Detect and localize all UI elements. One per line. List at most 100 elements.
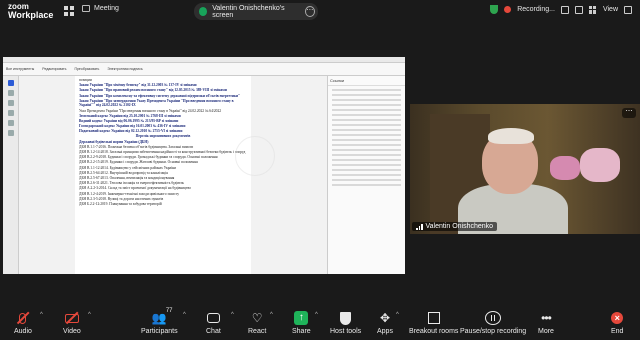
participant-name: Valentin Onishchenko	[425, 223, 494, 230]
host-tools-label: Host tools	[330, 328, 362, 335]
participants-count: 77	[165, 308, 173, 314]
shared-screen: Все инструменты Редактировать Преобразов…	[3, 57, 405, 274]
view-label[interactable]: View	[603, 6, 618, 13]
document-line: Закон України "Про комплексну та ефектив…	[79, 93, 241, 98]
react-options-chevron-icon[interactable]: ^	[270, 312, 273, 318]
participant-hair	[488, 128, 534, 144]
document-line: ДБН А.2.2-3:2014. Склад та зміст проектн…	[79, 186, 191, 191]
video-background-toy	[580, 148, 620, 182]
participants-label: Participants	[141, 328, 178, 335]
more-label: More	[538, 328, 554, 335]
audio-button[interactable]: Audio	[14, 309, 32, 335]
audio-label: Audio	[14, 328, 32, 335]
document-line: Державні будівельні норми України (ДБН)	[79, 139, 149, 144]
top-status-area: Recording... View	[490, 5, 632, 14]
share-status-icon	[199, 7, 208, 16]
video-options-chevron-icon[interactable]: ^	[88, 312, 91, 318]
end-call-icon: ×	[611, 309, 624, 327]
doc-toolbar: Все инструменты Редактировать Преобразов…	[3, 63, 405, 76]
cursor-tool-icon	[8, 80, 14, 86]
document-line: ДБН В.2.5-64:2012. Внутрішній водопровід…	[79, 170, 168, 175]
pause-recording-icon[interactable]	[560, 5, 569, 14]
doc-tools-sidebar	[3, 76, 19, 274]
pause-stop-recording-button[interactable]: Pause/stop recording	[460, 309, 526, 335]
meeting-controls-toolbar: Audio ^ Video ^ 👥 77 Participants ^ Chat…	[0, 306, 640, 340]
react-button[interactable]: ♡ React	[248, 309, 266, 335]
screen-share-indicator[interactable]: Valentin Onishchenko's screen ⋯	[194, 3, 318, 20]
document-line: Земельний кодекс України від 25.10.2001 …	[79, 113, 181, 118]
host-tools-button[interactable]: Host tools	[330, 309, 361, 335]
chat-options-chevron-icon[interactable]: ^	[231, 312, 234, 318]
home-grid-icon[interactable]	[64, 6, 74, 16]
logo-line-2: Workplace	[8, 10, 54, 20]
encryption-shield-icon[interactable]	[490, 5, 499, 14]
video-label: Video	[63, 328, 81, 335]
video-button[interactable]: Video	[63, 309, 81, 335]
video-off-icon	[64, 309, 79, 327]
chat-label: Chat	[206, 328, 221, 335]
breakout-rooms-icon	[427, 309, 440, 327]
react-label: React	[248, 328, 267, 335]
participants-options-chevron-icon[interactable]: ^	[183, 312, 186, 318]
watermark-stamp	[235, 136, 275, 176]
audio-options-chevron-icon[interactable]: ^	[40, 312, 43, 318]
doc-toolbar-item: Редактировать	[42, 67, 67, 71]
document-line: Закон України "Про затвердження Указу Пр…	[79, 98, 234, 108]
recording-dot-icon	[504, 6, 512, 13]
end-button[interactable]: × End	[611, 309, 623, 335]
more-options-icon[interactable]: ⋯	[304, 6, 315, 17]
pause-stop-recording-label: Pause/stop recording	[460, 328, 527, 335]
document-line: ДБН В.1.2-14:2018. Загальні принципи заб…	[79, 150, 246, 155]
stop-recording-icon[interactable]	[574, 5, 583, 14]
doc-toolbar-item: Все инструменты	[6, 67, 35, 71]
participant-video-tile[interactable]: ⋯ Valentin Onishchenko	[410, 104, 640, 234]
highlight-tool-icon	[8, 100, 14, 106]
document-line: Податковий кодекс України від 02.12.2010…	[79, 129, 183, 134]
document-line: Господарський кодекс України від 16.01.2…	[79, 124, 186, 129]
right-panel-title: Ссылки	[328, 76, 405, 86]
doc-right-panel: Ссылки	[327, 76, 405, 274]
document-line: ДБН В.1.2-4:2019. Інженерно-технічні зах…	[79, 191, 180, 196]
document-line: ДБН В.1.1-12:2014. Будівництво у сейсміч…	[79, 165, 176, 170]
participants-button[interactable]: 👥 77 Participants	[141, 308, 178, 335]
screen-share-label: Valentin Onishchenko's screen	[212, 4, 285, 19]
end-label: End	[611, 328, 624, 335]
document-line: ДБН В.1.1-7:2016. Пожежна безпека об'єкт…	[79, 144, 194, 149]
stamp-tool-icon	[8, 130, 14, 136]
chat-button[interactable]: Chat	[206, 309, 221, 335]
document-line: ДБН Б.2.2-12:2019. Планування та забудов…	[79, 201, 162, 206]
share-label: Share	[292, 328, 311, 335]
view-grid-icon[interactable]	[588, 5, 597, 14]
text-tool-icon	[8, 120, 14, 126]
comment-tool-icon	[8, 90, 14, 96]
document-line: Указ Президента України "Про введення во…	[79, 108, 222, 113]
document-line: ДБН В.2.2-15:2019. Будинки і споруди. Жи…	[79, 160, 198, 165]
document-line: Закон України "Про хімічну безпеку" від …	[79, 83, 197, 88]
document-line: ДБН В.2.5-67:2013. Опалення, вентиляція …	[79, 175, 175, 180]
document-line: ДБН В.2.6-31:2021. Теплова ізоляція та е…	[79, 181, 185, 186]
tile-options-icon[interactable]: ⋯	[622, 108, 636, 118]
document-line: ДБН В.2.3-5:2018. Вулиці та дороги насел…	[79, 196, 164, 201]
chat-bubble-icon	[206, 309, 220, 327]
apps-label: Apps	[377, 328, 393, 335]
document-line: Закон України "Про правовий режим воєнно…	[79, 88, 227, 93]
more-button[interactable]: ••• More	[538, 309, 554, 335]
heart-react-icon: ♡	[251, 311, 263, 325]
breakout-rooms-button[interactable]: Breakout rooms	[409, 309, 458, 335]
draw-tool-icon	[8, 110, 14, 116]
signal-strength-icon	[416, 223, 423, 230]
apps-options-chevron-icon[interactable]: ^	[396, 312, 399, 318]
document-line: позиции	[79, 78, 92, 82]
doc-toolbar-item: Преобразовать	[74, 67, 100, 71]
fullscreen-icon[interactable]	[624, 5, 632, 14]
share-screen-icon: ↑	[294, 309, 309, 327]
recording-label: Recording...	[517, 6, 555, 13]
host-shield-icon	[340, 309, 352, 327]
apps-button[interactable]: ✥ Apps	[377, 309, 393, 335]
meeting-menu[interactable]: Meeting	[82, 5, 119, 12]
share-options-chevron-icon[interactable]: ^	[315, 312, 318, 318]
more-dots-icon: •••	[541, 311, 552, 325]
breakout-rooms-label: Breakout rooms	[409, 328, 459, 335]
document-line: ДБН В.2.2-9:2018. Будинки і споруди. Гро…	[79, 155, 218, 160]
share-button[interactable]: ↑ Share	[292, 309, 311, 335]
